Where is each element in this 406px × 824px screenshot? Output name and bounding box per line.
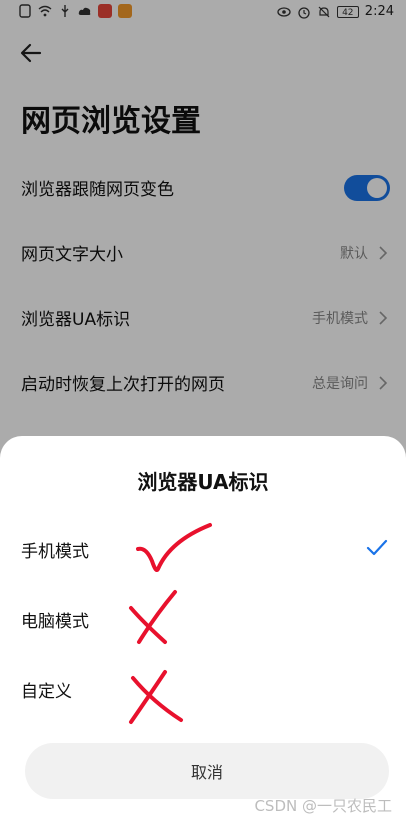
option-custom[interactable]: 自定义: [0, 664, 406, 714]
sheet-title: 浏览器UA标识: [137, 470, 269, 494]
option-label: 自定义: [21, 681, 72, 702]
watermark: CSDN @一只农民工: [254, 797, 392, 815]
option-label: 手机模式: [21, 541, 89, 562]
screen: 42 2:24 网页浏览设置 浏览器跟随网页变色 网页文字大小 默认 浏览器UA…: [0, 0, 406, 824]
check-icon: [366, 539, 388, 556]
option-label: 电脑模式: [21, 611, 89, 632]
annotation-cross: [129, 590, 177, 644]
ua-bottom-sheet: 浏览器UA标识 手机模式 电脑模式 自定义 取消: [0, 436, 406, 824]
cancel-button[interactable]: 取消: [25, 743, 389, 799]
option-desktop-mode[interactable]: 电脑模式: [0, 594, 406, 644]
annotation-checkmark: [136, 523, 212, 572]
annotation-cross: [129, 670, 183, 724]
